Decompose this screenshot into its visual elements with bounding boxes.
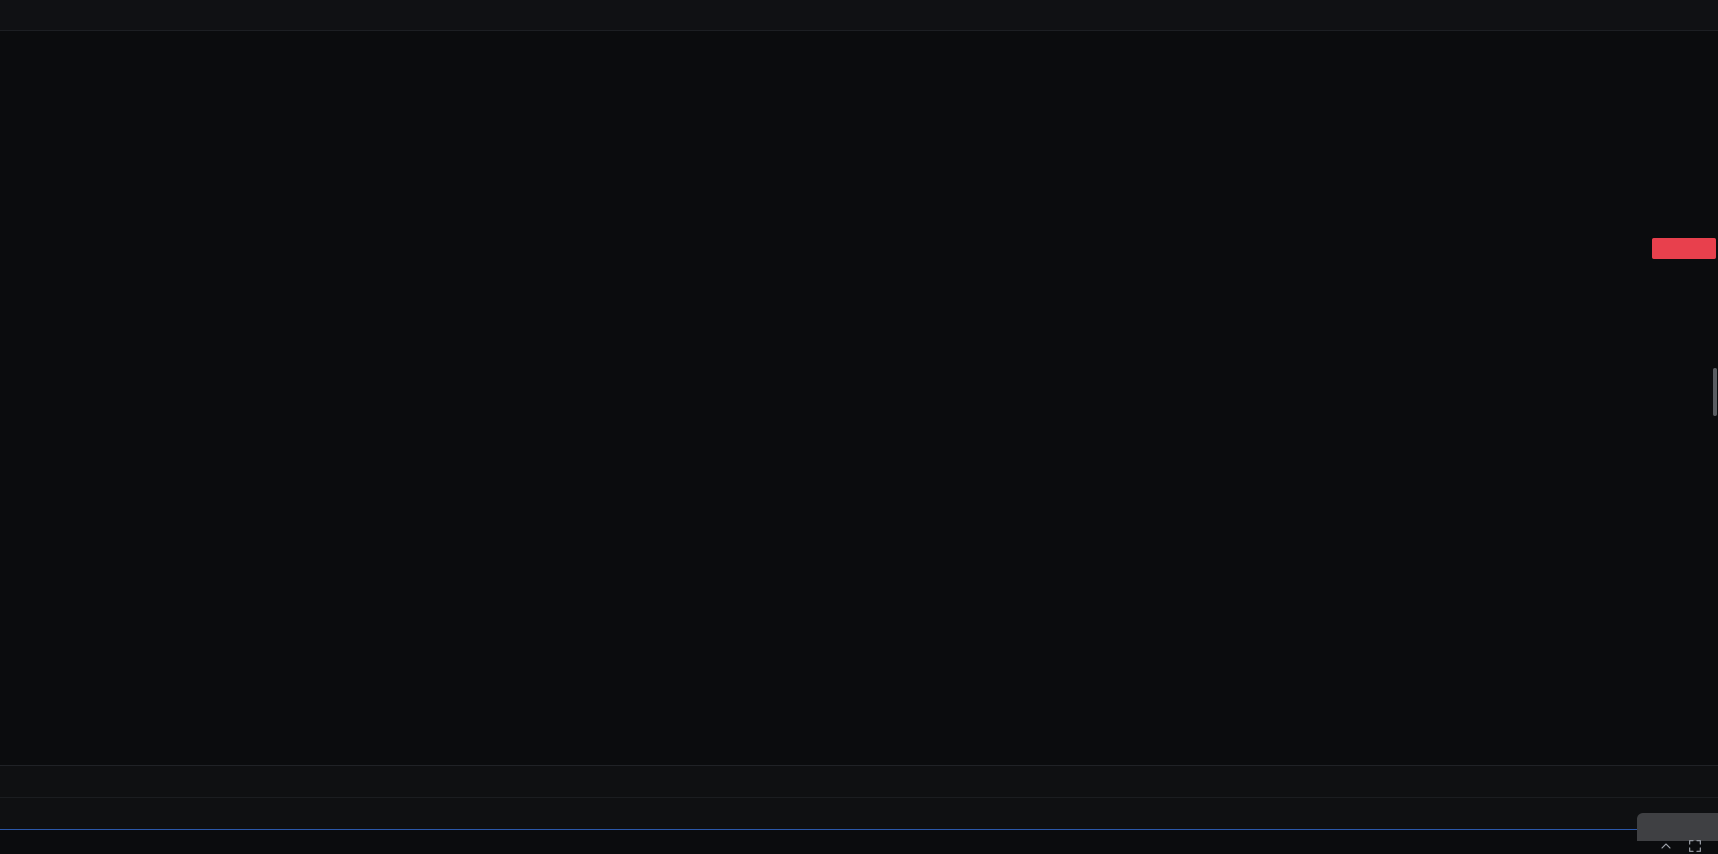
price-chart-canvas[interactable] bbox=[0, 0, 1718, 854]
scrollbar-thumb[interactable] bbox=[1713, 368, 1717, 416]
corner-icons bbox=[1658, 838, 1703, 854]
trading-chart-app bbox=[0, 0, 1718, 854]
expand-icon[interactable] bbox=[1687, 838, 1703, 854]
indicator-toolbar bbox=[0, 765, 1718, 798]
ai-analysis-button[interactable] bbox=[1637, 813, 1718, 841]
timeframe-toolbar bbox=[0, 797, 1718, 830]
current-price-badge bbox=[1652, 238, 1716, 259]
time-axis[interactable] bbox=[0, 744, 1650, 765]
bottom-toolbar bbox=[0, 829, 1718, 854]
top-toolbar bbox=[0, 0, 1718, 31]
chevron-up-icon[interactable] bbox=[1658, 838, 1674, 854]
